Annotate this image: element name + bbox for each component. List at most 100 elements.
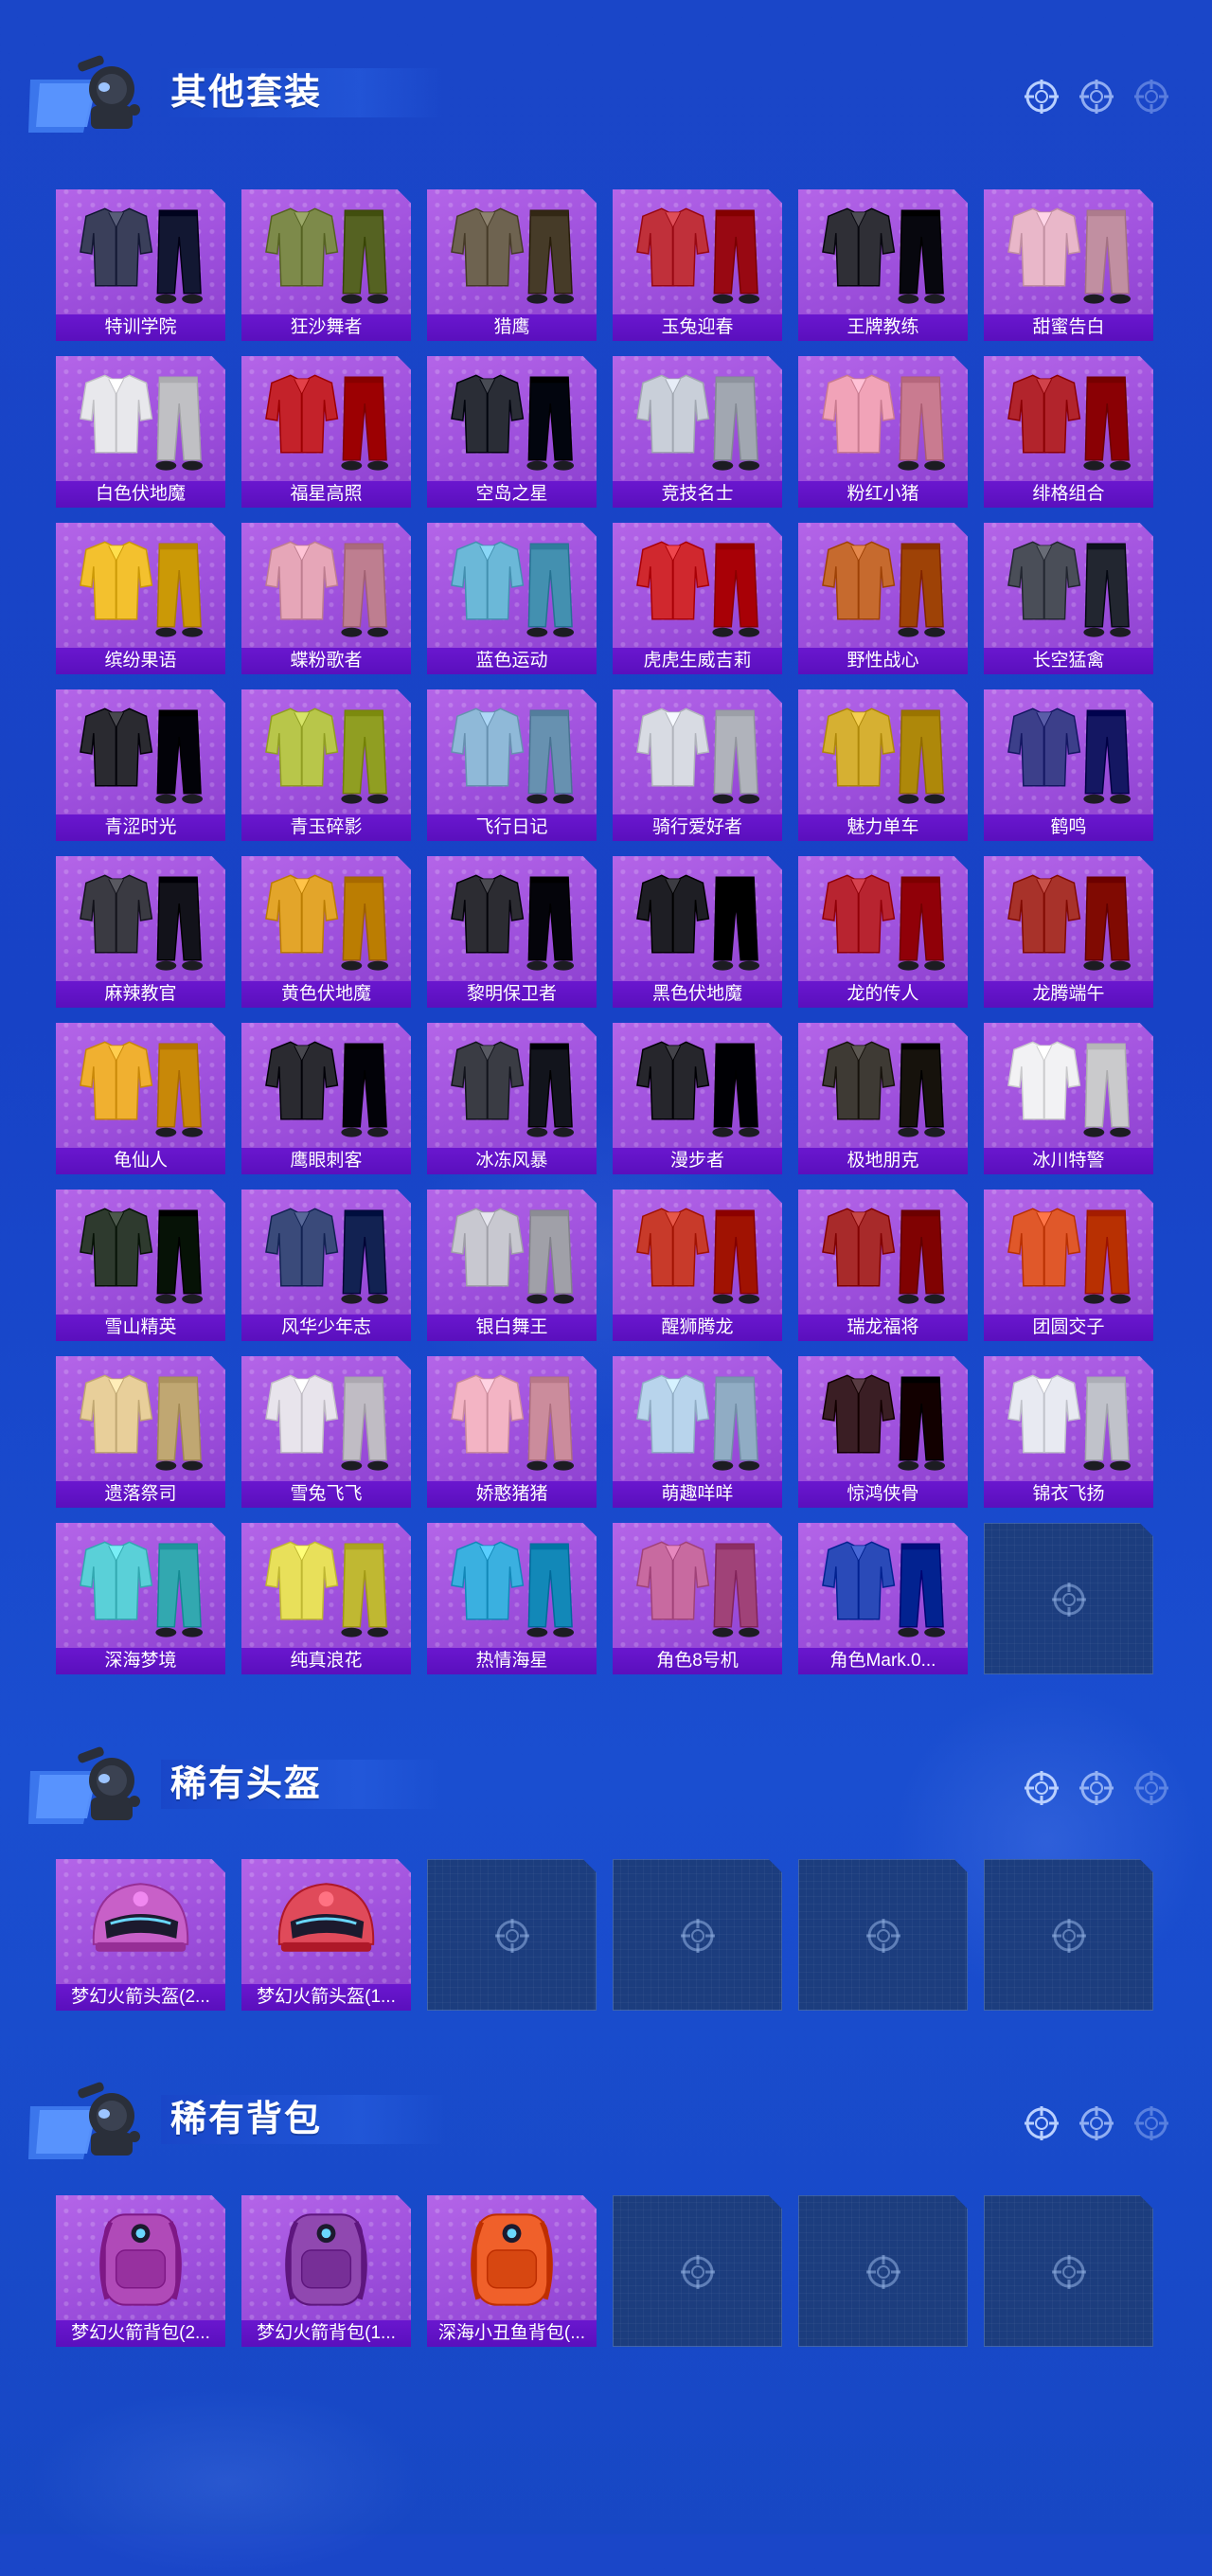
outfit-card[interactable]: 青玉碎影 [241,689,411,841]
outfit-card[interactable]: 甜蜜告白 [984,189,1153,341]
outfit-icon [451,1374,575,1471]
backpack-card[interactable]: 梦幻火箭背包(2... [56,2195,225,2347]
outfit-card[interactable]: 狂沙舞者 [241,189,411,341]
outfit-card[interactable]: 娇憨猪猪 [427,1356,597,1508]
outfit-card[interactable]: 骑行爱好者 [613,689,782,841]
outfit-icon [80,1541,204,1637]
outfit-icon [822,874,946,971]
outfit-card[interactable]: 纯真浪花 [241,1523,411,1674]
outfit-icon [822,374,946,471]
outfit-card[interactable]: 锦衣飞扬 [984,1356,1153,1508]
outfit-card[interactable]: 福星高照 [241,356,411,508]
item-label: 蝶粉歌者 [241,648,411,674]
outfit-icon [265,1541,389,1637]
outfit-icon [80,541,204,637]
header-crosshairs [1023,2104,1170,2142]
outfit-card[interactable]: 龙的传人 [798,856,968,1008]
outfit-card[interactable]: 瑞龙福将 [798,1190,968,1341]
outfit-card[interactable]: 魅力单车 [798,689,968,841]
outfit-card[interactable]: 野性战心 [798,523,968,674]
outfit-icon [636,1208,760,1304]
outfit-card[interactable]: 极地朋克 [798,1023,968,1174]
outfit-card[interactable]: 龟仙人 [56,1023,225,1174]
outfit-card[interactable]: 醒狮腾龙 [613,1190,782,1341]
outfit-card[interactable]: 风华少年志 [241,1190,411,1341]
outfit-card[interactable]: 绯格组合 [984,356,1153,508]
empty-slot [798,2195,968,2347]
outfit-card[interactable]: 猎鹰 [427,189,597,341]
outfit-icon [822,707,946,804]
outfit-icon [822,1208,946,1304]
outfit-card[interactable]: 麻辣教官 [56,856,225,1008]
backpack-card[interactable]: 梦幻火箭背包(1... [241,2195,411,2347]
outfit-card[interactable]: 长空猛禽 [984,523,1153,674]
outfit-card[interactable]: 虎虎生威吉莉 [613,523,782,674]
outfit-card[interactable]: 深海梦境 [56,1523,225,1674]
helmet-card[interactable]: 梦幻火箭头盔(1... [241,1859,411,2011]
outfit-card[interactable]: 角色8号机 [613,1523,782,1674]
outfit-icon [265,874,389,971]
empty-slot [798,1859,968,2011]
outfit-icon [80,1208,204,1304]
outfit-icon [1007,541,1132,637]
outfit-icon [80,707,204,804]
outfit-card[interactable]: 黑色伏地魔 [613,856,782,1008]
outfit-icon [822,541,946,637]
outfit-card[interactable]: 青涩时光 [56,689,225,841]
item-label: 漫步者 [613,1148,782,1174]
item-label: 角色8号机 [613,1648,782,1674]
outfit-card[interactable]: 萌趣咩咩 [613,1356,782,1508]
crosshair-icon [1052,1919,1086,1953]
outfit-card[interactable]: 冰川特警 [984,1023,1153,1174]
outfit-card[interactable]: 蓝色运动 [427,523,597,674]
item-label: 福星高照 [241,481,411,508]
outfit-icon [451,707,575,804]
outfit-card[interactable]: 惊鸿侠骨 [798,1356,968,1508]
outfit-card[interactable]: 冰冻风暴 [427,1023,597,1174]
outfit-card[interactable]: 飞行日记 [427,689,597,841]
backpack-card[interactable]: 深海小丑鱼背包(... [427,2195,597,2347]
outfit-card[interactable]: 玉兔迎春 [613,189,782,341]
outfit-icon [636,1041,760,1137]
backpack-grid: 梦幻火箭背包(2... 梦幻火箭背包(1... 深海小丑鱼背包(... [56,2195,1153,2347]
outfit-icon [265,1208,389,1304]
outfit-card[interactable]: 漫步者 [613,1023,782,1174]
outfit-card[interactable]: 竞技名士 [613,356,782,508]
outfit-card[interactable]: 鹤鸣 [984,689,1153,841]
outfit-card[interactable]: 热情海星 [427,1523,597,1674]
outfit-card[interactable]: 遗落祭司 [56,1356,225,1508]
outfit-card[interactable]: 雪山精英 [56,1190,225,1341]
outfit-icon [1007,874,1132,971]
helmet-card[interactable]: 梦幻火箭头盔(2... [56,1859,225,2011]
section-header-backpacks: 稀有背包 [28,2074,1184,2169]
outfit-icon [822,1041,946,1137]
outfit-card[interactable]: 角色Mark.0... [798,1523,968,1674]
outfit-card[interactable]: 蝶粉歌者 [241,523,411,674]
outfit-card[interactable]: 银白舞王 [427,1190,597,1341]
outfit-card[interactable]: 缤纷果语 [56,523,225,674]
outfit-card[interactable]: 空岛之星 [427,356,597,508]
section-header-helmets: 稀有头盔 [28,1739,1184,1834]
outfit-card[interactable]: 特训学院 [56,189,225,341]
item-label: 雪山精英 [56,1315,225,1341]
helmet-icon [277,1883,375,1952]
outfit-card[interactable]: 鹰眼刺客 [241,1023,411,1174]
outfit-card[interactable]: 团圆交子 [984,1190,1153,1341]
outfit-icon [80,1374,204,1471]
item-label: 特训学院 [56,314,225,341]
outfit-card[interactable]: 白色伏地魔 [56,356,225,508]
crosshair-icon [1079,80,1114,114]
outfit-card[interactable]: 黎明保卫者 [427,856,597,1008]
outfit-card[interactable]: 黄色伏地魔 [241,856,411,1008]
outfit-card[interactable]: 王牌教练 [798,189,968,341]
item-label: 冰冻风暴 [427,1148,597,1174]
empty-slot [613,2195,782,2347]
crosshair-icon [681,2255,715,2289]
item-label: 萌趣咩咩 [613,1481,782,1508]
outfit-card[interactable]: 粉红小猪 [798,356,968,508]
outfit-icon [80,874,204,971]
outfit-card[interactable]: 雪兔飞飞 [241,1356,411,1508]
mascot-icon [28,2082,140,2159]
outfit-card[interactable]: 龙腾端午 [984,856,1153,1008]
outfit-icon [822,1374,946,1471]
